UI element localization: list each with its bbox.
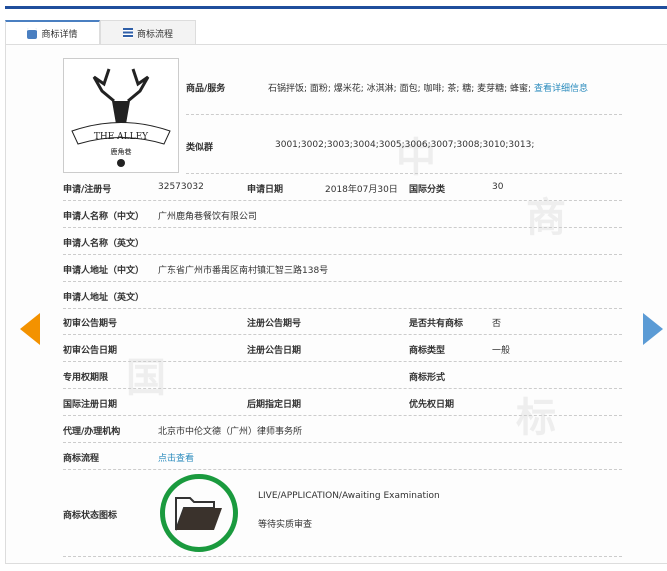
status-icon-label: 商标状态图标 <box>63 511 118 521</box>
applicant-name-en-label: 申请人名称（英文） <box>63 239 145 249</box>
reg-pub-no-label: 注册公告期号 <box>247 319 302 329</box>
status-en: LIVE/APPLICATION/Awaiting Examination <box>258 491 440 501</box>
agent-value: 北京市中伦文德（广州）律师事务所 <box>158 427 303 437</box>
logo-text: THE ALLEY <box>94 132 149 142</box>
svg-text:鹿角巷: 鹿角巷 <box>111 147 132 156</box>
reg-pub-date-label: 注册公告日期 <box>247 346 302 356</box>
trademark-logo: THE ALLEY 鹿角巷 <box>63 58 179 173</box>
intl-class-value: 30 <box>492 182 504 192</box>
click-to-view-link[interactable]: 点击查看 <box>158 451 194 464</box>
watermark: 商 <box>526 195 566 241</box>
reg-no-value: 32573032 <box>158 182 204 192</box>
tab-trademark-details[interactable]: 商标详情 <box>5 20 100 45</box>
priority-date-label: 优先权日期 <box>409 400 455 410</box>
similar-group-label: 类似群 <box>186 143 214 153</box>
watermark: 中 <box>396 135 436 181</box>
reg-no-label: 申请/注册号 <box>63 185 112 195</box>
list-icon <box>122 28 133 38</box>
watermark: 标 <box>516 395 556 441</box>
tm-form-label: 商标形式 <box>409 373 446 383</box>
prelim-pub-date-label: 初审公告日期 <box>63 346 118 356</box>
exclusive-period-label: 专用权期限 <box>63 373 109 383</box>
next-arrow-icon[interactable] <box>643 313 663 345</box>
apply-date-value: 2018年07月30日 <box>325 185 398 195</box>
goods-value: 石锅拌饭; 面粉; 爆米花; 冰淇淋; 面包; 咖啡; 茶; 糖; 麦芽糖; 蜂… <box>268 84 588 94</box>
applicant-address-cn-value: 广东省广州市番禺区南村镇汇智三路138号 <box>158 266 329 276</box>
similar-group-value: 3001;3002;3003;3004;3005;3006;3007;3008;… <box>275 140 535 150</box>
apply-date-label: 申请日期 <box>247 185 284 195</box>
applicant-name-cn-label: 申请人名称（中文） <box>63 212 145 222</box>
process-label: 商标流程 <box>63 454 100 464</box>
applicant-address-en-label: 申请人地址（英文） <box>63 293 145 303</box>
document-list-icon <box>27 28 38 39</box>
tm-type-label: 商标类型 <box>409 346 446 356</box>
applicant-name-cn-value: 广州鹿角巷餐饮有限公司 <box>158 212 258 222</box>
status-cn: 等待实质审查 <box>258 520 313 530</box>
shared-value: 否 <box>492 319 502 329</box>
folder-icon <box>175 497 222 531</box>
prelim-pub-no-label: 初审公告期号 <box>63 319 118 329</box>
prev-arrow-icon[interactable] <box>20 313 40 345</box>
watermark: 国 <box>126 355 166 401</box>
top-accent-bar <box>5 6 667 9</box>
intl-reg-date-label: 国际注册日期 <box>63 400 118 410</box>
applicant-address-cn-label: 申请人地址（中文） <box>63 266 145 276</box>
tab-trademark-process[interactable]: 商标流程 <box>100 20 196 45</box>
tm-type-value: 一般 <box>492 346 511 356</box>
tab-label: 商标流程 <box>136 29 173 40</box>
status-ring <box>160 474 238 552</box>
shared-label: 是否共有商标 <box>409 319 464 329</box>
goods-label: 商品/服务 <box>186 84 226 94</box>
agent-label: 代理/办理机构 <box>63 427 121 437</box>
intl-class-label: 国际分类 <box>409 185 446 195</box>
view-details-link[interactable]: 查看详细信息 <box>534 84 588 94</box>
tab-label: 商标详情 <box>41 30 78 40</box>
later-date-label: 后期指定日期 <box>247 400 302 410</box>
